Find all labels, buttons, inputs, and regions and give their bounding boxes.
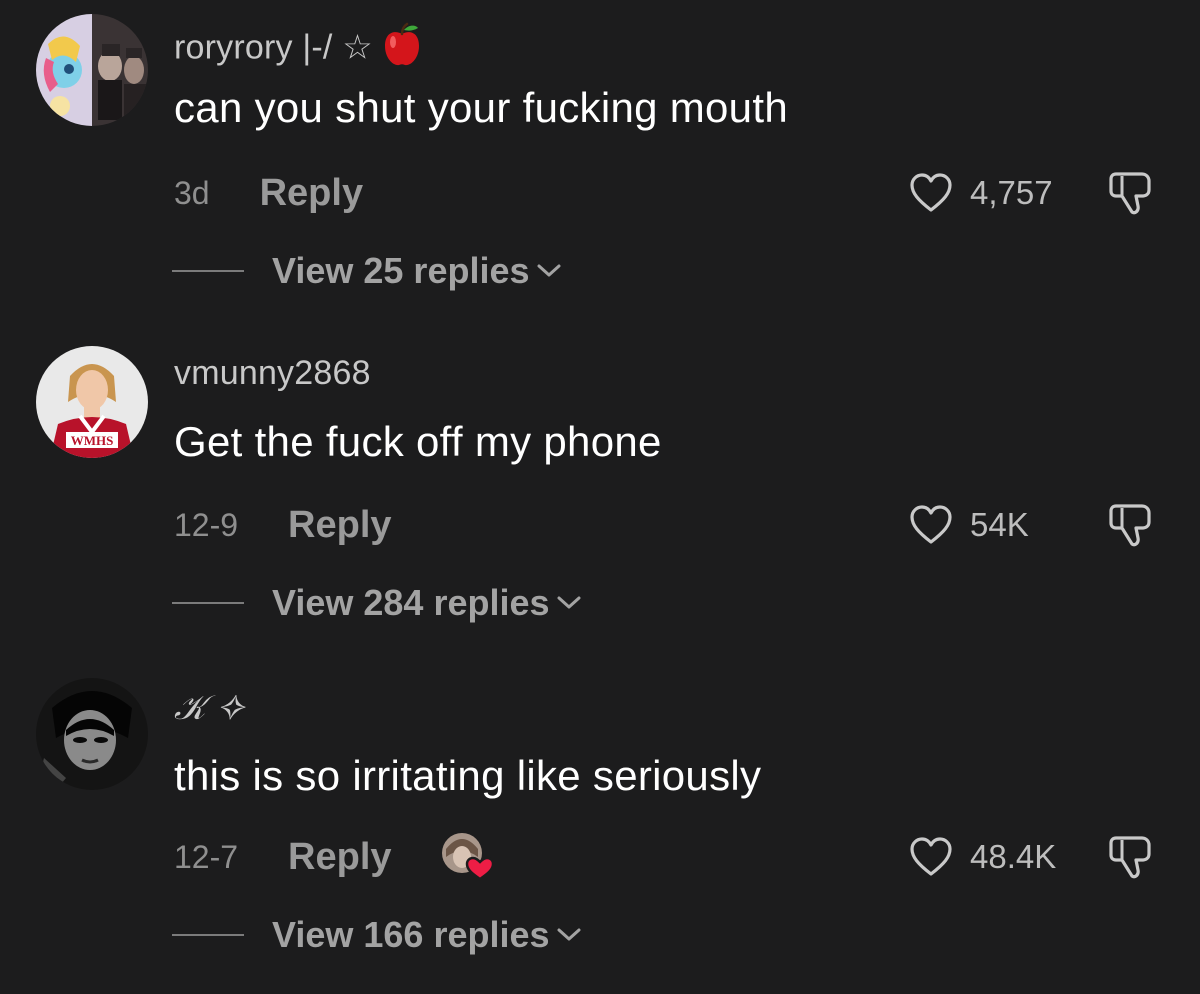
- heart-outline-icon: [910, 173, 952, 212]
- replies-divider: [172, 602, 244, 604]
- apple-emoji-icon: [379, 22, 425, 77]
- dislike-button[interactable]: [1106, 832, 1156, 882]
- like-count: 54K: [970, 506, 1029, 543]
- avatar[interactable]: WMHS: [36, 346, 148, 458]
- creator-liked-heart-icon: [441, 833, 494, 881]
- avatar[interactable]: [36, 678, 148, 790]
- chevron-down-icon: [536, 263, 562, 279]
- like-group: 48.4K: [908, 832, 1156, 882]
- chevron-down-icon: [556, 927, 582, 943]
- creator-liked-badge[interactable]: [440, 831, 494, 883]
- comment-item: WMHS vmunny2868 Get the fuck off my phon…: [0, 332, 1200, 662]
- username[interactable]: 𝒦 ✧: [174, 688, 244, 728]
- username-text: 𝒦 ✧: [174, 688, 244, 728]
- timestamp: 12-9: [174, 506, 239, 543]
- comment-text: this is so irritating like seriously: [174, 752, 762, 799]
- username[interactable]: vmunny2868: [174, 354, 371, 393]
- comment-meta: 12-7 Reply: [174, 831, 494, 883]
- reply-button[interactable]: Reply: [288, 504, 391, 547]
- view-replies-button[interactable]: View 25 replies: [172, 246, 562, 296]
- timestamp: 12-7: [174, 838, 239, 875]
- username-text: roryrory |-/ ☆: [174, 28, 373, 67]
- view-replies-text: View 284 replies: [272, 582, 550, 623]
- comment-text: Get the fuck off my phone: [174, 418, 662, 465]
- view-replies-button[interactable]: View 166 replies: [172, 910, 582, 960]
- comment-meta: 3d Reply: [174, 168, 363, 218]
- view-replies-text: View 25 replies: [272, 250, 530, 291]
- like-group: 4,757: [908, 168, 1156, 218]
- thumbs-down-icon: [1109, 172, 1151, 215]
- avatar-collage-image: [36, 14, 148, 126]
- like-count: 48.4K: [970, 838, 1057, 875]
- avatar[interactable]: [36, 14, 148, 126]
- like-button[interactable]: 54K: [908, 504, 1062, 546]
- like-group: 54K: [908, 500, 1156, 550]
- comment-item: 𝒦 ✧ this is so irritating like seriously…: [0, 664, 1200, 994]
- avatar-cheerleader-image: WMHS: [36, 346, 148, 458]
- replies-divider: [172, 270, 244, 272]
- dislike-button[interactable]: [1106, 500, 1156, 550]
- dislike-button[interactable]: [1106, 168, 1156, 218]
- username[interactable]: roryrory |-/ ☆: [174, 22, 425, 77]
- thumbs-down-icon: [1109, 836, 1151, 879]
- like-button[interactable]: 48.4K: [908, 836, 1062, 878]
- comment-item: roryrory |-/ ☆ can you shut your fucking…: [0, 0, 1200, 330]
- chevron-down-icon: [556, 595, 582, 611]
- reply-button[interactable]: Reply: [260, 172, 363, 215]
- heart-outline-icon: [910, 505, 952, 544]
- reply-button[interactable]: Reply: [288, 836, 391, 879]
- replies-divider: [172, 934, 244, 936]
- comment-meta: 12-9 Reply: [174, 500, 392, 550]
- timestamp: 3d: [174, 174, 210, 211]
- view-replies-button[interactable]: View 284 replies: [172, 578, 582, 628]
- thumbs-down-icon: [1109, 504, 1151, 547]
- comment-text: can you shut your fucking mouth: [174, 84, 788, 131]
- view-replies-text: View 166 replies: [272, 914, 550, 955]
- avatar-dark-character-image: [36, 678, 148, 790]
- heart-outline-icon: [910, 837, 952, 876]
- like-count: 4,757: [970, 174, 1053, 211]
- username-text: vmunny2868: [174, 354, 371, 392]
- avatar-logo-text: WMHS: [71, 433, 114, 448]
- like-button[interactable]: 4,757: [908, 172, 1062, 214]
